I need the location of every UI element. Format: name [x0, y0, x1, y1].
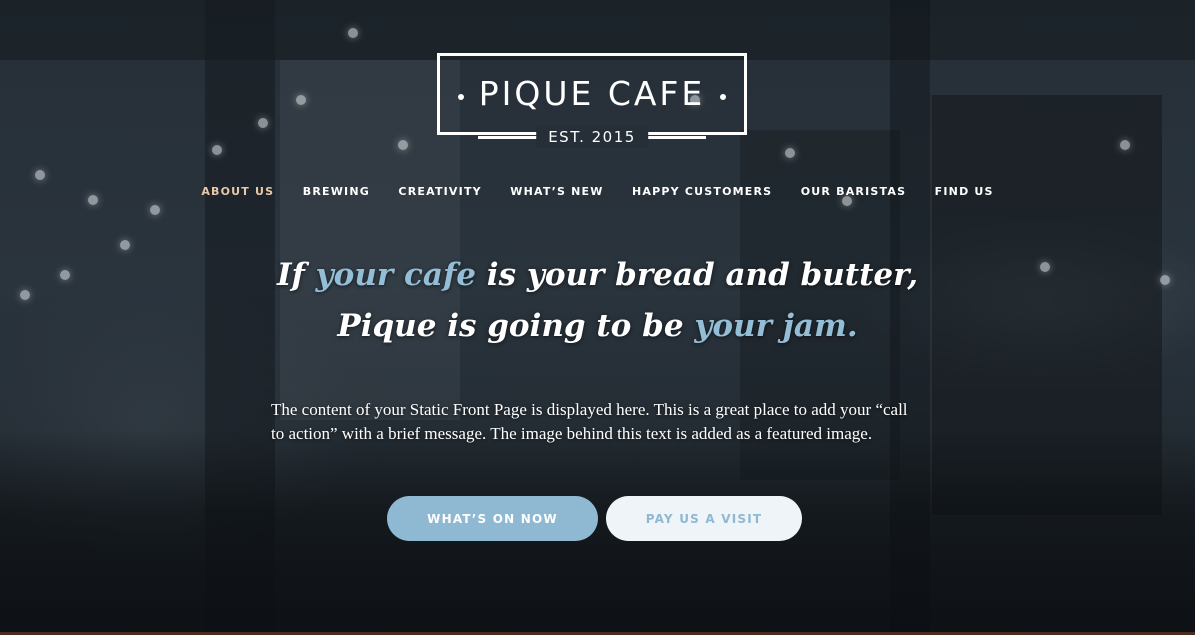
string-light-bulb	[348, 28, 358, 38]
nav-item-find-us[interactable]: FIND US	[935, 185, 994, 198]
string-light-bulb	[35, 170, 45, 180]
string-light-bulb	[785, 148, 795, 158]
nav-item-creativity[interactable]: CREATIVITY	[398, 185, 481, 198]
string-light-bulb	[398, 140, 408, 150]
headline-highlight: your cafe	[315, 257, 476, 293]
nav-item-happy-customers[interactable]: HAPPY CUSTOMERS	[632, 185, 772, 198]
background-crowd	[0, 430, 1195, 635]
headline-highlight: your jam.	[694, 308, 858, 344]
string-light-bulb	[212, 145, 222, 155]
headline-text: is your bread and butter,	[476, 257, 918, 293]
logo-rule	[646, 136, 706, 139]
site-logo[interactable]: PIQUE CAFE EST. 2015	[437, 53, 747, 148]
hero-headline: If your cafe is your bread and butter, P…	[0, 250, 1195, 352]
headline-line-2: Pique is going to be your jam.	[337, 308, 857, 344]
string-light-bulb	[120, 240, 130, 250]
logo-dot-icon	[720, 94, 726, 100]
nav-item-about-us[interactable]: ABOUT US	[201, 185, 274, 198]
main-navigation: ABOUT US BREWING CREATIVITY WHAT’S NEW H…	[0, 182, 1195, 200]
headline-line-1: If your cafe is your bread and butter,	[277, 257, 918, 293]
logo-rule	[478, 136, 538, 139]
background-ceiling	[0, 0, 1195, 60]
hero-body-text: The content of your Static Front Page is…	[271, 400, 908, 443]
hero-section: PIQUE CAFE EST. 2015 ABOUT US BREWING CR…	[0, 0, 1195, 635]
pay-us-a-visit-button[interactable]: PAY US A VISIT	[606, 496, 802, 541]
nav-item-whats-new[interactable]: WHAT’S NEW	[510, 185, 603, 198]
whats-on-now-button[interactable]: WHAT’S ON NOW	[387, 496, 598, 541]
background-tile-wall	[280, 60, 460, 420]
string-light-bulb	[258, 118, 268, 128]
logo-title: PIQUE CAFE	[478, 74, 706, 113]
logo-established: EST. 2015	[536, 126, 648, 148]
string-light-bulb	[1120, 140, 1130, 150]
string-light-bulb	[296, 95, 306, 105]
nav-item-our-baristas[interactable]: OUR BARISTAS	[801, 185, 906, 198]
nav-item-brewing[interactable]: BREWING	[303, 185, 370, 198]
string-light-bulb	[150, 205, 160, 215]
headline-text: If	[276, 257, 316, 293]
headline-text: Pique is going to be	[337, 308, 695, 344]
